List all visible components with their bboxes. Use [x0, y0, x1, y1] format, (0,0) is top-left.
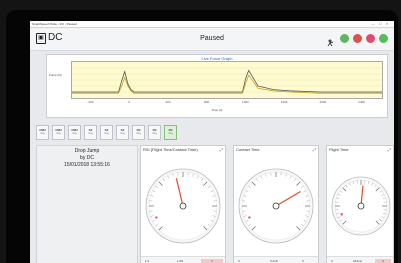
tab-sub: Avg — [168, 132, 173, 135]
x-tick-label: -400 — [87, 100, 93, 104]
minimize-button[interactable]: – — [372, 21, 374, 27]
x-tick-label: 0 — [128, 100, 130, 104]
add-icon[interactable] — [340, 34, 349, 43]
tab-sub: Avg — [88, 132, 93, 135]
tab-sub: Avg — [40, 132, 45, 135]
tab-trial-9[interactable]: DJ Avg — [164, 125, 177, 140]
tab-trial-3[interactable]: CMJ Avg — [68, 125, 81, 140]
x-tick-label: 1600 — [281, 100, 288, 104]
expand-icon[interactable]: ⤢ — [388, 147, 391, 152]
tab-trial-6[interactable]: SJ Avg — [116, 125, 129, 140]
gauge-footer: 0 0.215 0 — [234, 256, 318, 263]
gauge-foot-max: 0 — [375, 259, 391, 263]
x-tick-label: 400 — [165, 100, 170, 104]
tab-trial-7[interactable]: DJ Avg — [132, 125, 145, 140]
gauge-dial — [145, 168, 221, 244]
tab-trial-1[interactable]: CMJ Avg — [36, 125, 49, 140]
gauge-title: Contact Time — [236, 147, 260, 152]
gauge-foot-max: 1 — [201, 259, 223, 263]
gauge-card-rsi[interactable]: RSI (Flight Time/Contact Time) ⤢ 1.0 1.0… — [140, 145, 226, 263]
gauge-hub — [179, 202, 187, 210]
record-icon[interactable] — [366, 34, 375, 43]
gauge-marker — [155, 216, 158, 219]
test-date: 15/01/2018 13:55:16 — [64, 162, 110, 168]
maximize-button[interactable]: □ — [379, 21, 381, 27]
timing-icon[interactable] — [326, 34, 335, 47]
tab-trial-2[interactable]: CMJ Avg — [52, 125, 65, 140]
gauge-foot-max: 0 — [302, 259, 304, 263]
test-name: Drop Jump — [74, 148, 100, 154]
force-graph — [72, 67, 382, 94]
gauge-marker — [340, 213, 343, 216]
gauge-footer: 1.0 1.08 1 — [141, 256, 225, 263]
force-series-line — [72, 74, 382, 94]
stop-icon[interactable] — [353, 34, 362, 43]
gauge-dial — [238, 168, 314, 244]
tab-sub: Avg — [56, 132, 61, 135]
app-header: ▣ DC Paused — [30, 28, 394, 51]
tab-sub: Avg — [120, 132, 125, 135]
gauge-foot-value: 1.08 — [177, 259, 183, 263]
tab-trial-8[interactable]: DJ Avg — [148, 125, 161, 140]
x-tick-label: 2400 — [358, 100, 365, 104]
tab-trial-4[interactable]: SJ Avg — [84, 125, 97, 140]
chart-x-ticks: -400 0 400 800 1200 1600 2000 2400 — [87, 100, 365, 104]
gauge-foot-value: 194ms — [353, 259, 363, 263]
chart-x-label: Time (s) — [211, 108, 223, 112]
force-series-line — [72, 69, 382, 93]
tab-sub: Avg — [152, 132, 157, 135]
test-author: by DC — [80, 155, 94, 161]
gauge-marker — [248, 216, 251, 219]
gauge-foot-min: 0 — [331, 259, 333, 263]
test-info-panel: Drop Jump by DC 15/01/2018 13:55:16 — [36, 145, 138, 263]
x-tick-label: 800 — [204, 100, 209, 104]
tab-sub: Avg — [72, 132, 77, 135]
x-tick-label: 1200 — [242, 100, 249, 104]
gauge-card-flight-time[interactable]: Flight Time ⤢ 0 194ms 0 — [326, 145, 394, 263]
gauge-foot-value: 0.215 — [270, 259, 278, 263]
gauge-footer: 0 194ms 0 — [327, 256, 393, 263]
gauge-title: Flight Time — [329, 147, 349, 152]
window-title: SmartSpeed Pulse - DC - Paused — [32, 22, 77, 26]
gauge-card-contact-time[interactable]: Contact Time ⤢ 0 0.215 0 — [233, 145, 319, 263]
gauge-hub — [272, 202, 280, 210]
settings-icon[interactable] — [379, 34, 388, 43]
close-button[interactable]: × — [386, 21, 388, 27]
gauge-dial — [331, 176, 391, 236]
expand-icon[interactable]: ⤢ — [220, 147, 223, 152]
chart-y-label: Force (N) — [49, 73, 62, 77]
tab-sub: Avg — [136, 132, 141, 135]
window-titlebar: SmartSpeed Pulse - DC - Paused – □ × — [30, 21, 394, 28]
gauge-title: RSI (Flight Time/Contact Time) — [143, 147, 198, 152]
tab-sub: Avg — [104, 132, 109, 135]
gauge-hub — [357, 202, 365, 210]
gauge-foot-min: 1.0 — [145, 259, 150, 263]
chart-plot-area[interactable] — [71, 61, 383, 99]
app-window: SmartSpeed Pulse - DC - Paused – □ × ▣ D… — [30, 21, 394, 263]
x-tick-label: 2000 — [320, 100, 327, 104]
force-graph-panel: Live Force Graph Force (N) -400 0 400 800 12… — [46, 54, 388, 118]
tab-trial-5[interactable]: SJ Avg — [100, 125, 113, 140]
expand-icon[interactable]: ⤢ — [313, 147, 316, 152]
gauge-foot-min: 0 — [238, 259, 240, 263]
